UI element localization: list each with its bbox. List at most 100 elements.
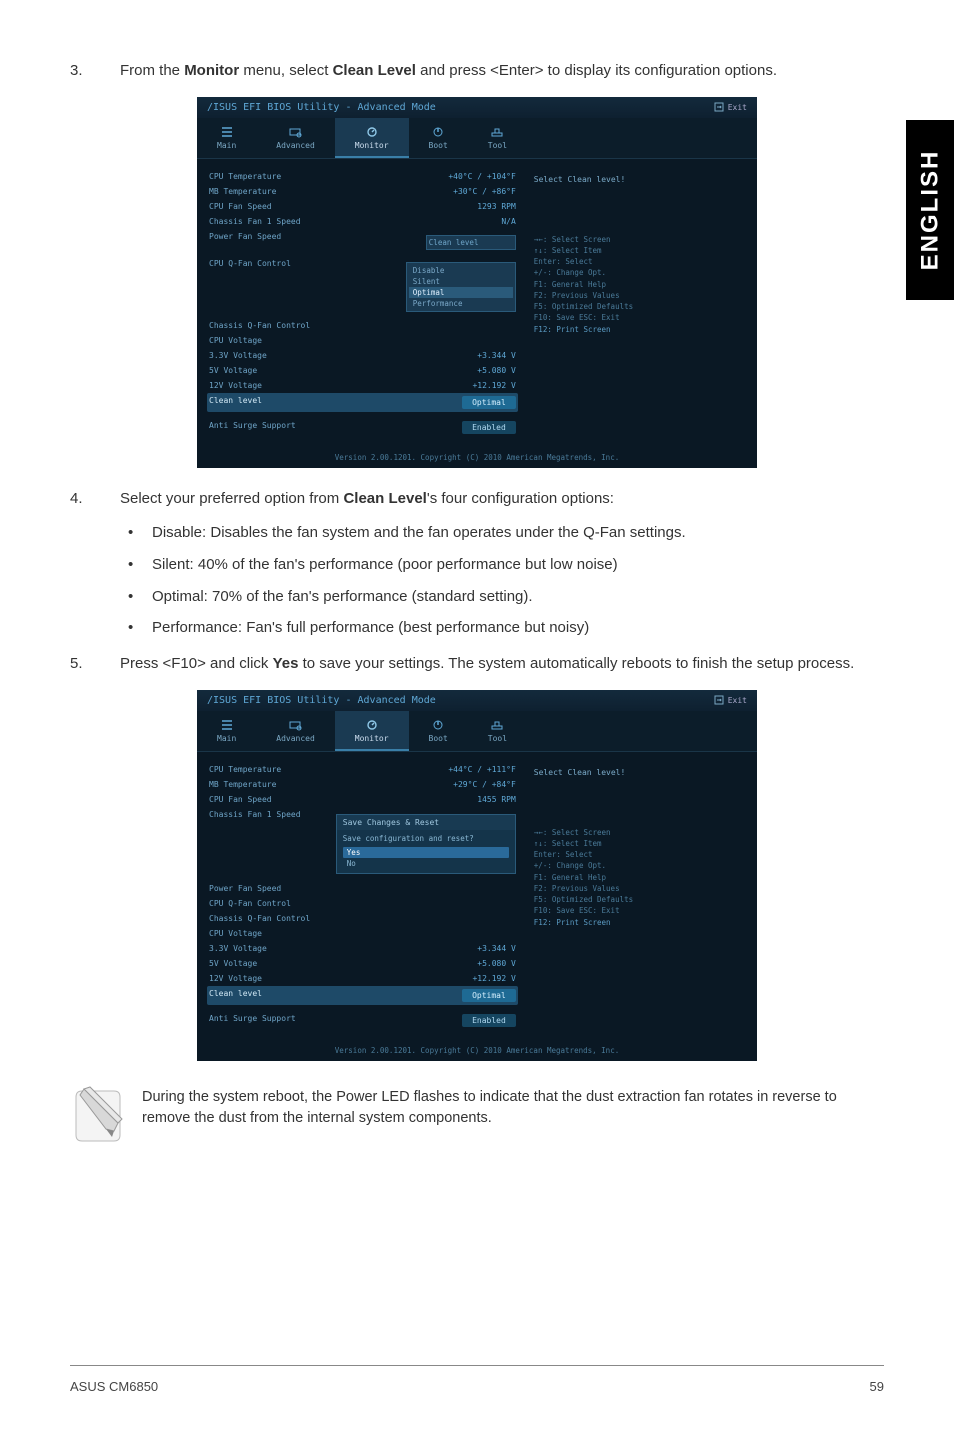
dd-disable: Disable: [409, 265, 513, 276]
bios-tab-boot: Boot: [409, 118, 468, 158]
row-chassis-fan: Chassis Fan 1 SpeedN/A: [207, 214, 518, 229]
step-4-text: Select your preferred option from Clean …: [120, 488, 884, 511]
row-chassis-qfan: Chassis Q-Fan Control: [207, 318, 518, 333]
help-title: Select Clean level!: [534, 175, 741, 184]
bios-body-2: CPU Temperature+44°C / +111°F MB Tempera…: [197, 752, 757, 1040]
step-5: 5. Press <F10> and click Yes to save you…: [70, 653, 884, 676]
bios-help-pane: Select Clean level! →←: Select Screen↑↓:…: [528, 169, 747, 437]
tool-icon: [490, 719, 504, 731]
bios-tab-main-2: Main: [197, 711, 256, 751]
pencil-note-icon: [70, 1081, 126, 1147]
footer-divider: [70, 1365, 884, 1366]
bios-tab-bar: Main Advanced Monitor Boot Tool: [197, 118, 757, 159]
row-clean-level: Clean levelOptimal: [207, 393, 518, 412]
row-12v: 12V Voltage+12.192 V: [207, 378, 518, 393]
tool-icon: [490, 126, 504, 138]
bios-tab-monitor: Monitor: [335, 118, 409, 158]
bios-left-pane: CPU Temperature+40°C / +104°F MB Tempera…: [207, 169, 518, 437]
row2-3v: 3.3V Voltage+3.344 V: [207, 941, 518, 956]
row2-12v: 12V Voltage+12.192 V: [207, 971, 518, 986]
row2-cpu-fan: CPU Fan Speed1455 RPM: [207, 792, 518, 807]
dd-performance: Performance: [409, 298, 513, 309]
monitor-icon: [365, 719, 379, 731]
gear-icon: [289, 719, 303, 731]
row-3v: 3.3V Voltage+3.344 V: [207, 348, 518, 363]
row-power-fan: Power Fan Speed Clean level: [207, 229, 518, 256]
save-dialog-body: Save configuration and reset?: [343, 834, 509, 843]
row2-cpu-qfan: CPU Q-Fan Control: [207, 896, 518, 911]
clean-level-options: •Disable: Disables the fan system and th…: [120, 522, 884, 639]
clean-level-dropdown-title: Clean level: [426, 235, 516, 250]
step-4: 4. Select your preferred option from Cle…: [70, 488, 884, 511]
dd-silent: Silent: [409, 276, 513, 287]
clean-level-dropdown: Disable Silent Optimal Performance: [406, 262, 516, 312]
bios-tab-tool: Tool: [468, 118, 527, 158]
row2-mb-temp: MB Temperature+29°C / +84°F: [207, 777, 518, 792]
help-keys: →←: Select Screen↑↓: Select ItemEnter: S…: [534, 234, 741, 335]
bios-exit-2: Exit: [714, 695, 747, 705]
list-icon: [220, 126, 234, 138]
clean-level-value: Optimal: [462, 396, 516, 409]
gear-icon: [289, 126, 303, 138]
save-dialog: Save Changes & Reset Save configuration …: [336, 814, 516, 874]
bios-tab-tool-2: Tool: [468, 711, 527, 751]
note-text: During the system reboot, the Power LED …: [142, 1081, 884, 1129]
row2-chassis-qfan: Chassis Q-Fan Control: [207, 911, 518, 926]
bios-tab-advanced-2: Advanced: [256, 711, 335, 751]
footer-page-number: 59: [870, 1379, 884, 1394]
bios-help-pane-2: Select Clean level! →←: Select Screen↑↓:…: [528, 762, 747, 1030]
row2-clean-level: Clean levelOptimal: [207, 986, 518, 1005]
row-mb-temp: MB Temperature+30°C / +86°F: [207, 184, 518, 199]
anti-surge-value: Enabled: [462, 421, 516, 434]
page-content: 3. From the Monitor menu, select Clean L…: [0, 0, 954, 1438]
step-3-number: 3.: [70, 60, 120, 83]
row2-5v: 5V Voltage+5.080 V: [207, 956, 518, 971]
row-cpu-temp: CPU Temperature+40°C / +104°F: [207, 169, 518, 184]
row-cpu-qfan: CPU Q-Fan Control Disable Silent Optimal…: [207, 256, 518, 318]
bullet-silent: •Silent: 40% of the fan's performance (p…: [120, 554, 884, 576]
row2-power-fan: Power Fan Speed: [207, 881, 518, 896]
row2-cpu-temp: CPU Temperature+44°C / +111°F: [207, 762, 518, 777]
save-dialog-title: Save Changes & Reset: [337, 815, 515, 830]
step-4-number: 4.: [70, 488, 120, 511]
row2-cpu-voltage: CPU Voltage: [207, 926, 518, 941]
bios-body: CPU Temperature+40°C / +104°F MB Tempera…: [197, 159, 757, 447]
list-icon: [220, 719, 234, 731]
power-icon: [431, 126, 445, 138]
row-5v: 5V Voltage+5.080 V: [207, 363, 518, 378]
bullet-performance: •Performance: Fan's full performance (be…: [120, 617, 884, 639]
page-footer: ASUS CM6850 59: [70, 1379, 884, 1394]
bios-exit: Exit: [714, 102, 747, 112]
bios-tab-monitor-2: Monitor: [335, 711, 409, 751]
bullet-disable: •Disable: Disables the fan system and th…: [120, 522, 884, 544]
step-3-text: From the Monitor menu, select Clean Leve…: [120, 60, 884, 83]
row2-anti-surge: Anti Surge SupportEnabled: [207, 1011, 518, 1030]
note-box: During the system reboot, the Power LED …: [70, 1081, 884, 1147]
row2-chassis-fan: Chassis Fan 1 Speed Save Changes & Reset…: [207, 807, 518, 881]
bios-screenshot-1: /ISUS EFI BIOS Utility - Advanced Mode E…: [197, 97, 757, 468]
dd-optimal: Optimal: [409, 287, 513, 298]
step-3: 3. From the Monitor menu, select Clean L…: [70, 60, 884, 83]
row-cpu-fan: CPU Fan Speed1293 RPM: [207, 199, 518, 214]
bios-titlebar: /ISUS EFI BIOS Utility - Advanced Mode E…: [197, 97, 757, 118]
help-keys-2: →←: Select Screen↑↓: Select ItemEnter: S…: [534, 827, 741, 928]
row-anti-surge: Anti Surge SupportEnabled: [207, 418, 518, 437]
step-5-text: Press <F10> and click Yes to save your s…: [120, 653, 884, 676]
row-cpu-voltage: CPU Voltage: [207, 333, 518, 348]
power-icon: [431, 719, 445, 731]
save-dialog-no: No: [343, 858, 509, 869]
bios-titlebar-2: /ISUS EFI BIOS Utility - Advanced Mode E…: [197, 690, 757, 711]
bios-tab-boot-2: Boot: [409, 711, 468, 751]
bios-title: /ISUS EFI BIOS Utility - Advanced Mode: [207, 102, 436, 113]
monitor-icon: [365, 126, 379, 138]
bios-version-2: Version 2.00.1201. Copyright (C) 2010 Am…: [197, 1040, 757, 1061]
bios-tab-main: Main: [197, 118, 256, 158]
bios-version: Version 2.00.1201. Copyright (C) 2010 Am…: [197, 447, 757, 468]
step-5-number: 5.: [70, 653, 120, 676]
bios-left-pane-2: CPU Temperature+44°C / +111°F MB Tempera…: [207, 762, 518, 1030]
bios-tab-advanced: Advanced: [256, 118, 335, 158]
bios-tab-bar-2: Main Advanced Monitor Boot Tool: [197, 711, 757, 752]
bullet-optimal: •Optimal: 70% of the fan's performance (…: [120, 586, 884, 608]
bios-screenshot-2: /ISUS EFI BIOS Utility - Advanced Mode E…: [197, 690, 757, 1061]
footer-model: ASUS CM6850: [70, 1379, 158, 1394]
